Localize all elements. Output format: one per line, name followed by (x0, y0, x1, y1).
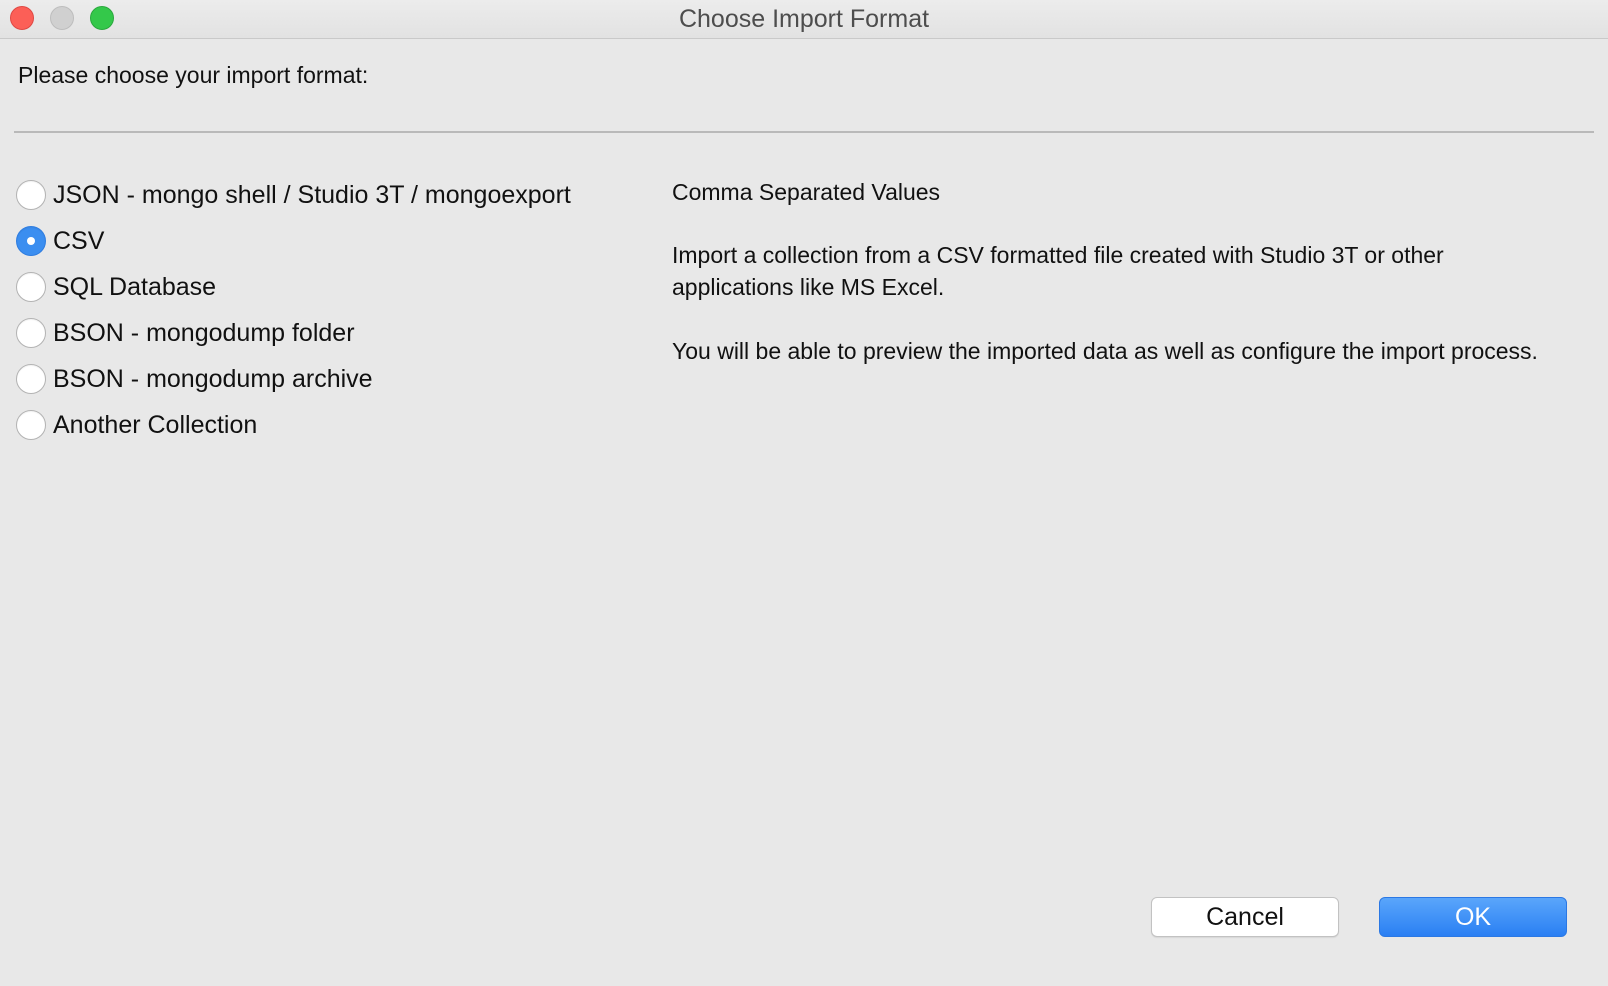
description-paragraph: You will be able to preview the imported… (672, 338, 1538, 364)
separator (14, 131, 1594, 133)
format-label[interactable]: JSON - mongo shell / Studio 3T / mongoex… (53, 181, 571, 210)
description-paragraph: Import a collection from a CSV formatted… (672, 242, 1444, 300)
format-radio-group: JSON - mongo shell / Studio 3T / mongoex… (16, 172, 656, 448)
radio-button[interactable] (16, 318, 46, 348)
format-description: Comma Separated Values Import a collecti… (672, 176, 1552, 367)
import-format-dialog: Choose Import Format Please choose your … (0, 0, 1608, 986)
format-label[interactable]: SQL Database (53, 273, 216, 302)
format-option-bson-archive[interactable]: BSON - mongodump archive (16, 356, 656, 402)
format-option-json[interactable]: JSON - mongo shell / Studio 3T / mongoex… (16, 172, 656, 218)
format-option-csv[interactable]: CSV (16, 218, 656, 264)
format-label[interactable]: CSV (53, 227, 104, 256)
format-label[interactable]: BSON - mongodump folder (53, 319, 355, 348)
radio-button[interactable] (16, 364, 46, 394)
format-option-another-collection[interactable]: Another Collection (16, 402, 656, 448)
radio-button[interactable] (16, 180, 46, 210)
description-heading: Comma Separated Values (672, 179, 941, 205)
cancel-button[interactable]: Cancel (1151, 897, 1339, 937)
format-label[interactable]: BSON - mongodump archive (53, 365, 373, 394)
format-label[interactable]: Another Collection (53, 411, 257, 440)
radio-button-selected[interactable] (16, 226, 46, 256)
format-option-bson-folder[interactable]: BSON - mongodump folder (16, 310, 656, 356)
radio-button[interactable] (16, 410, 46, 440)
radio-button[interactable] (16, 272, 46, 302)
window-title: Choose Import Format (678, 5, 930, 33)
prompt-text: Please choose your import format: (18, 62, 369, 88)
ok-button[interactable]: OK (1379, 897, 1567, 937)
format-option-sql[interactable]: SQL Database (16, 264, 656, 310)
title-bar[interactable]: Choose Import Format (0, 0, 1608, 39)
